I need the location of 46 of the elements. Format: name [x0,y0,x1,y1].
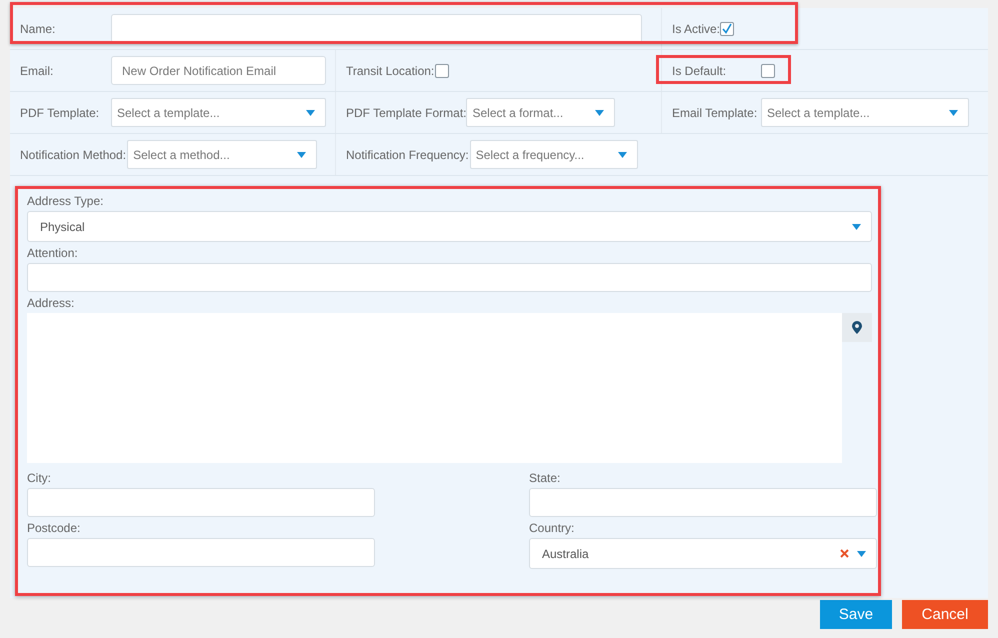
field-label: Is Active: [672,22,720,36]
field-label: State: [529,471,562,485]
select-field[interactable]: Physical [27,211,872,242]
field-label: Notification Method: [20,148,126,162]
select-field[interactable]: Select a method... [127,140,318,169]
cancel-button[interactable]: Cancel [902,600,988,629]
field-label: Postcode: [27,521,82,535]
text-field[interactable] [27,488,375,517]
field-label: Email: [20,64,54,78]
caret-icon [595,110,604,116]
text-field[interactable] [27,538,375,567]
check-icon [722,23,732,34]
field-label: Notification Frequency: [346,148,469,162]
save-button[interactable]: Save [820,600,892,629]
select-field[interactable]: Select a template... [761,98,969,127]
caret-icon [949,110,958,116]
map-pin-button[interactable] [842,313,872,342]
field-label: Name: [20,22,56,36]
select-field[interactable]: Select a template... [111,98,326,127]
checkbox[interactable] [720,22,734,36]
caret-icon [297,152,306,158]
text-field[interactable] [27,263,872,292]
clear-icon[interactable] [840,549,849,558]
text-field[interactable] [529,488,877,517]
text-field[interactable] [111,14,642,43]
field-label: Address Type: [27,194,104,208]
select-field[interactable]: Select a format... [466,98,616,127]
field-label: Attention: [27,246,79,260]
select-field[interactable]: Australia [529,538,877,569]
checkbox[interactable] [435,64,450,78]
map-pin-icon [852,321,862,334]
field-label: Transit Location: [346,64,434,78]
caret-icon [618,152,627,158]
caret-icon [306,110,315,116]
field-label: PDF Template: [20,106,100,120]
caret-icon [857,550,866,556]
text-field[interactable]: New Order Notification Email [111,56,326,85]
field-label: Email Template: [672,106,758,120]
field-label: PDF Template Format: [346,106,466,120]
caret-icon [852,224,861,230]
checkbox[interactable] [761,64,775,78]
field-label: Address: [27,296,76,310]
field-label: Is Default: [672,64,728,78]
field-label: City: [27,471,52,485]
field-label: Country: [529,521,576,535]
select-field[interactable]: Select a frequency... [470,140,638,169]
